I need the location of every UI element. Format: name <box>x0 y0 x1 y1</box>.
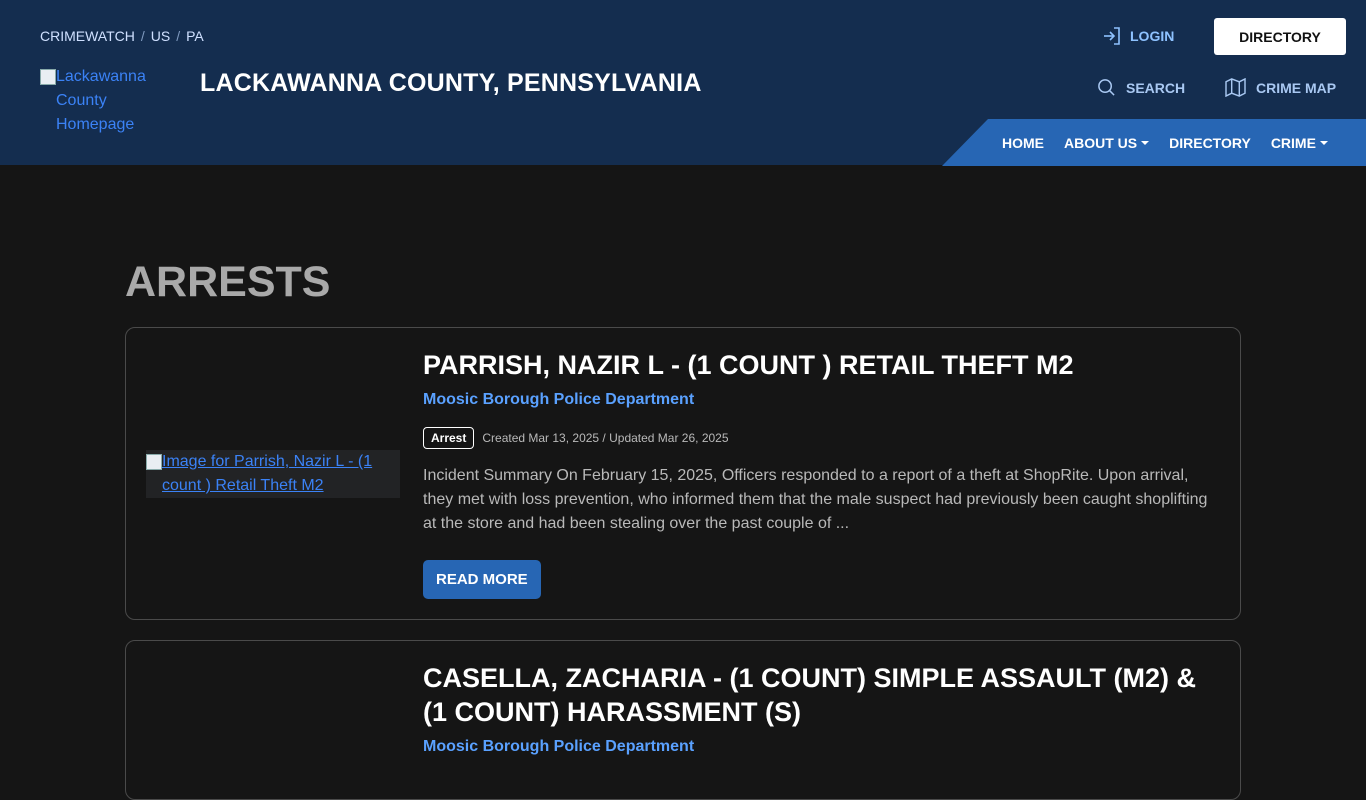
arrest-image-alt: Image for Parrish, Nazir L - (1 count ) … <box>162 453 373 494</box>
arrest-dates: Created Mar 13, 2025 / Updated Mar 26, 2… <box>482 431 729 445</box>
logo-alt-text: Lackawanna County Homepage <box>56 68 146 133</box>
breadcrumb-pa[interactable]: PA <box>186 28 204 44</box>
nav-about-us[interactable]: ABOUT US <box>1064 135 1150 151</box>
arrest-card-content: CASELLA, ZACHARIA - (1 COUNT) SIMPLE ASS… <box>423 661 1223 756</box>
nav-home-label: HOME <box>1002 135 1044 151</box>
site-title: LACKAWANNA COUNTY, PENNSYLVANIA <box>200 69 702 97</box>
arrest-card: Image for Parrish, Nazir L - (1 count ) … <box>125 327 1241 620</box>
breadcrumb-crimewatch[interactable]: CRIMEWATCH <box>40 28 135 44</box>
arrest-badge: Arrest <box>423 427 475 449</box>
breadcrumb-separator: / <box>176 28 181 44</box>
breadcrumb-separator: / <box>140 28 145 44</box>
search-icon <box>1097 78 1116 97</box>
arrest-title-link[interactable]: CASELLA, ZACHARIA - (1 COUNT) SIMPLE ASS… <box>423 661 1223 729</box>
nav-directory[interactable]: DIRECTORY <box>1169 135 1251 151</box>
login-label: LOGIN <box>1130 28 1175 44</box>
county-logo-link[interactable]: Lackawanna County Homepage <box>40 65 180 137</box>
nav-directory-label: DIRECTORY <box>1169 135 1251 151</box>
arrest-summary: Incident Summary On February 15, 2025, O… <box>423 467 1208 532</box>
login-link[interactable]: LOGIN <box>1102 26 1174 46</box>
search-label: SEARCH <box>1126 79 1186 96</box>
broken-image-icon <box>40 69 56 85</box>
nav-crime[interactable]: CRIME <box>1271 135 1328 151</box>
arrest-card: CASELLA, ZACHARIA - (1 COUNT) SIMPLE ASS… <box>125 640 1241 800</box>
arrest-image-link[interactable]: Image for Parrish, Nazir L - (1 count ) … <box>146 450 400 498</box>
nav-home[interactable]: HOME <box>1002 135 1044 151</box>
arrest-card-content: PARRISH, NAZIR L - (1 COUNT ) RETAIL THE… <box>423 348 1223 599</box>
caret-down-icon <box>1319 141 1328 145</box>
main-nav-items: HOME ABOUT US DIRECTORY CRIME <box>1002 135 1328 151</box>
search-link[interactable]: SEARCH <box>1097 78 1185 97</box>
arrest-title-link[interactable]: PARRISH, NAZIR L - (1 COUNT ) RETAIL THE… <box>423 348 1223 382</box>
arrest-meta: Arrest Created Mar 13, 2025 / Updated Ma… <box>423 427 1223 449</box>
department-link[interactable]: Moosic Borough Police Department <box>423 738 1223 756</box>
breadcrumb-us[interactable]: US <box>151 28 170 44</box>
broken-image-icon <box>146 454 162 470</box>
map-icon <box>1225 78 1246 97</box>
caret-down-icon <box>1141 141 1150 145</box>
nav-about-label: ABOUT US <box>1064 135 1138 151</box>
department-link[interactable]: Moosic Borough Police Department <box>423 391 1223 409</box>
nav-crime-label: CRIME <box>1270 135 1316 151</box>
site-header: CRIMEWATCH / US / PA Lackawanna County H… <box>0 0 1366 166</box>
read-more-button[interactable]: READ MORE <box>423 560 541 599</box>
login-icon <box>1102 26 1122 46</box>
page-title: ARRESTS <box>125 258 331 306</box>
directory-button[interactable]: DIRECTORY <box>1214 18 1346 55</box>
crime-map-label: CRIME MAP <box>1256 79 1337 96</box>
crime-map-link[interactable]: CRIME MAP <box>1225 78 1336 97</box>
breadcrumb: CRIMEWATCH / US / PA <box>40 28 204 44</box>
